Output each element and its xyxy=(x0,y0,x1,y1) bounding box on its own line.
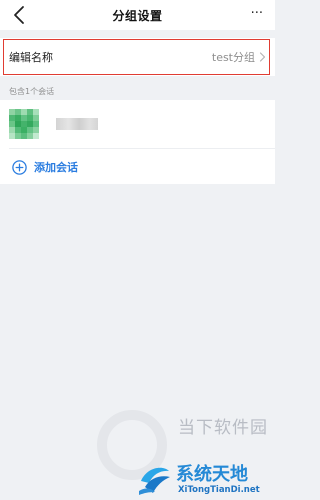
plus-circle-icon xyxy=(12,159,27,175)
watermark-logo-icon xyxy=(139,467,170,495)
watermark-sub-text: XiTongTianDi.net xyxy=(178,485,260,495)
conversation-name-blurred xyxy=(56,118,98,130)
chevron-left-icon[interactable] xyxy=(11,4,29,26)
watermark-top-text: 当下软件园 xyxy=(178,418,268,438)
more-options-icon[interactable]: ··· xyxy=(251,7,263,20)
add-conversation-button[interactable]: 添加会话 xyxy=(0,150,275,184)
conversation-list: 添加会话 xyxy=(0,100,275,184)
add-conversation-label: 添加会话 xyxy=(34,161,78,174)
divider xyxy=(9,148,275,149)
section-label: 包含1个会话 xyxy=(9,87,55,96)
watermark-main-text: 系统天地 xyxy=(176,464,248,485)
edit-group-name-row[interactable]: 编辑名称 test分组 xyxy=(0,38,275,76)
page-title: 分组设置 xyxy=(112,8,163,23)
watermark: 当下软件园 系统天地 XiTongTianDi.net xyxy=(90,405,275,500)
highlight-frame xyxy=(3,39,270,75)
pixelated-avatar-icon xyxy=(9,109,39,139)
navigation-bar: 分组设置 ··· xyxy=(0,0,275,30)
list-item[interactable] xyxy=(0,100,275,146)
